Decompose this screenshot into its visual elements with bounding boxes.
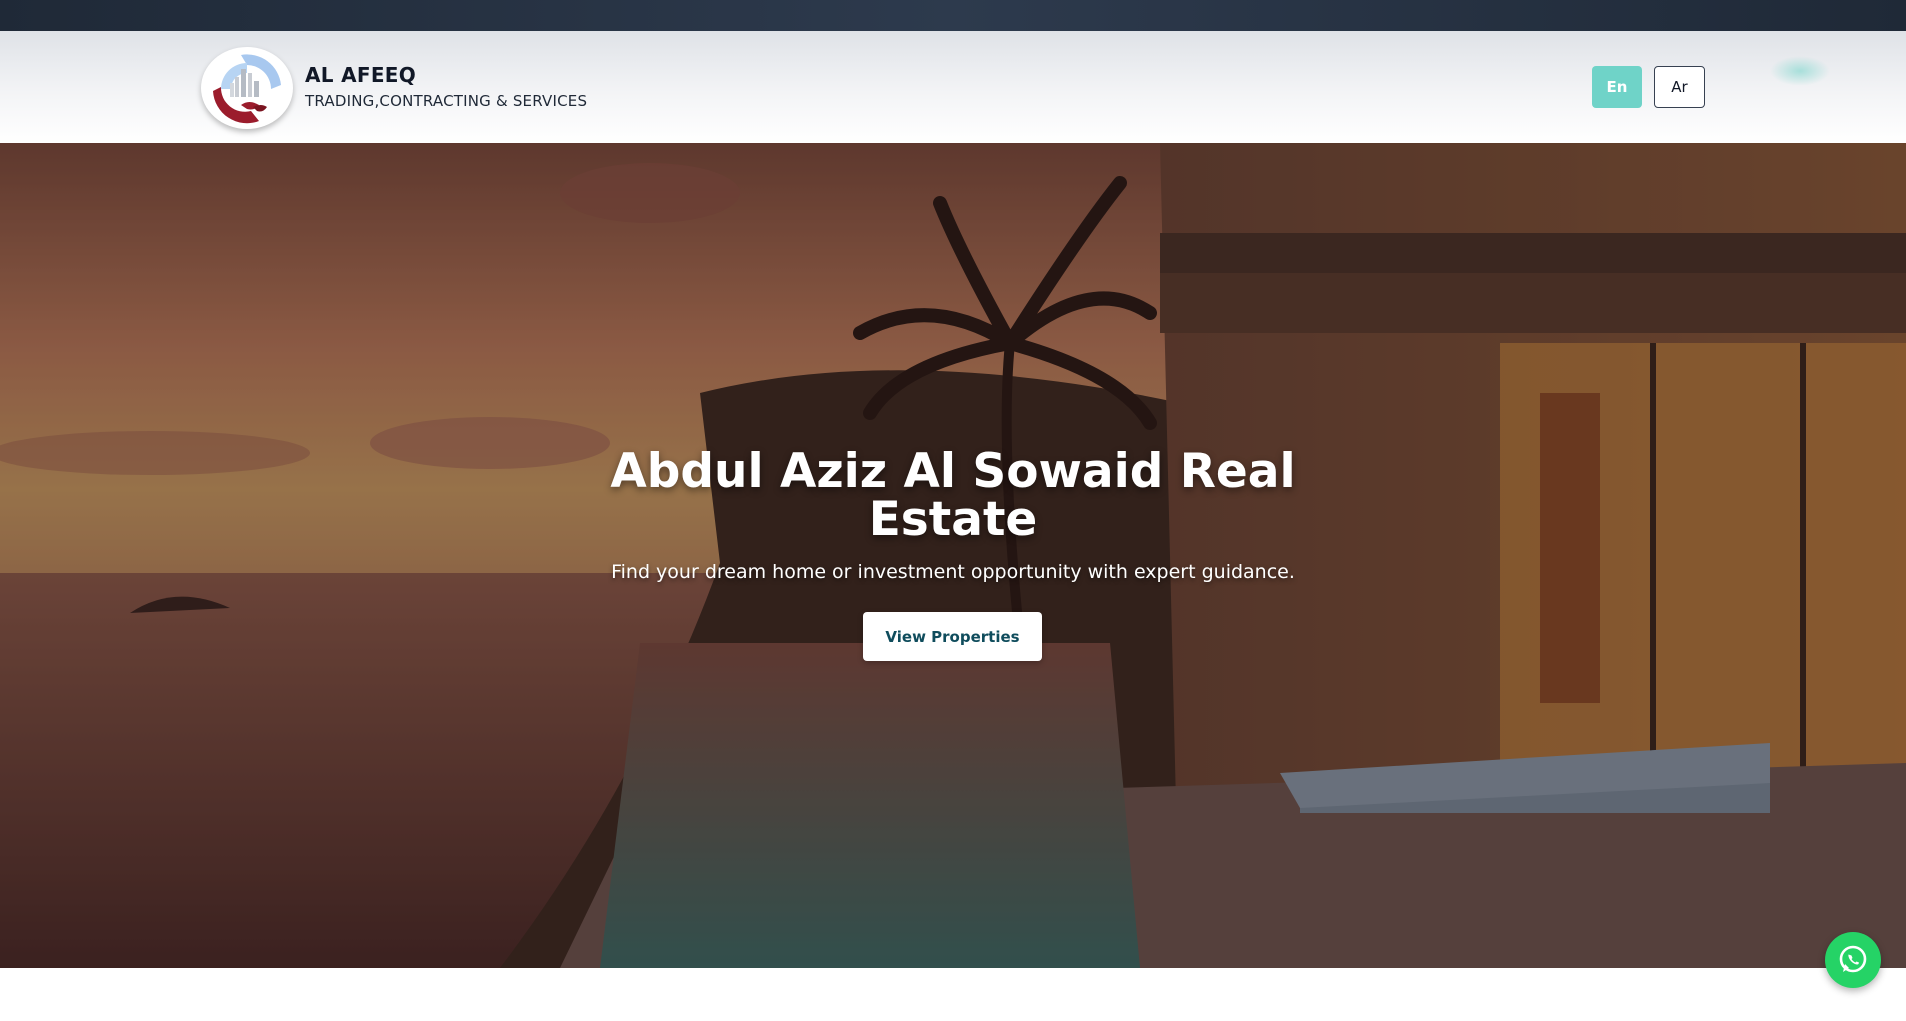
decorative-glow xyxy=(1770,56,1830,86)
hero-subtitle: Find your dream home or investment oppor… xyxy=(611,561,1295,583)
whatsapp-chat-button[interactable] xyxy=(1825,932,1881,988)
hero-title: Abdul Aziz Al Sowaid Real Estate xyxy=(610,444,1296,547)
hero-section: Abdul Aziz Al Sowaid Real Estate Find yo… xyxy=(0,143,1906,968)
page-content-start xyxy=(0,968,1906,1021)
logo-emblem-icon xyxy=(209,50,285,126)
view-properties-button[interactable]: View Properties xyxy=(863,612,1042,661)
whatsapp-icon xyxy=(1839,945,1867,973)
brand-name: AL AFEEQ xyxy=(305,63,417,87)
language-en-button[interactable]: En xyxy=(1592,66,1642,108)
top-bar xyxy=(0,0,1906,31)
brand-tagline: TRADING,CONTRACTING & SERVICES xyxy=(305,92,588,110)
language-ar-button[interactable]: Ar xyxy=(1654,66,1705,108)
company-logo[interactable] xyxy=(201,47,293,129)
hero-overlay xyxy=(0,143,1906,968)
site-header: AL AFEEQ TRADING,CONTRACTING & SERVICES … xyxy=(0,31,1906,143)
